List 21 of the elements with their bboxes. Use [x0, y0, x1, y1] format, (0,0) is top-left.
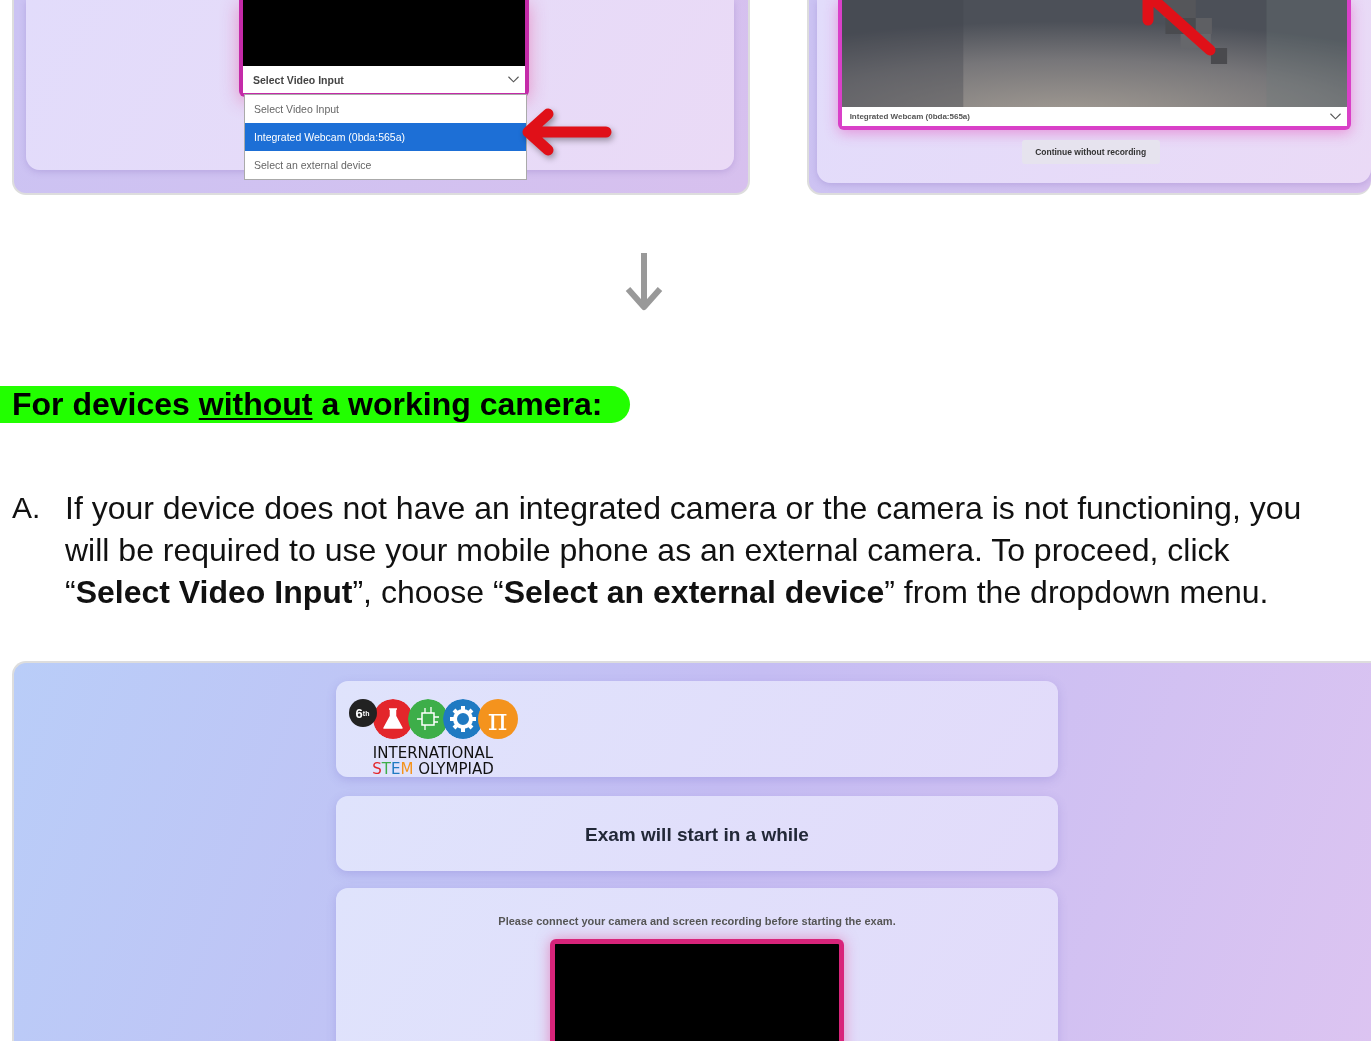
status-heading: Exam will start in a while: [585, 824, 809, 847]
gear-icon: [442, 699, 483, 739]
continue-button[interactable]: Continue without recording: [1021, 140, 1160, 164]
logo-text: INTERNATIONAL: [372, 745, 494, 761]
edition-badge: 6$^{th}$: [348, 699, 377, 727]
dropdown-option[interactable]: Select Video Input: [245, 95, 526, 123]
dropdown-option[interactable]: Integrated Webcam (0bda:565a): [245, 123, 526, 151]
dropdown-option[interactable]: Select an external device: [245, 151, 526, 179]
chevron-icon: [508, 76, 519, 83]
instruction-text: Please connect your camera and screen recording before starting the exam.: [498, 915, 896, 927]
pi-symbol: π: [477, 699, 518, 739]
chevron-icon: [1330, 113, 1341, 120]
down-arrow-icon: [624, 253, 664, 311]
list-marker: A.: [12, 490, 42, 526]
flask-icon: [372, 699, 413, 739]
video-input-select[interactable]: Select Video Input: [243, 66, 525, 93]
video-input-select[interactable]: Integrated Webcam (0bda:565a): [841, 107, 1347, 126]
logo-text: STEM OLYMPIAD: [372, 761, 494, 777]
chip-icon: [407, 699, 448, 739]
section-heading: For devices without a working camera:: [0, 386, 630, 423]
instruction-text: If your device does not have an integrated camera or the camera is not functioning, you will be required to use your mobile phone as an external camera. To proceed, click “Select Video Input”, choose “Select an external device” from the dropdown menu.: [65, 489, 1303, 612]
